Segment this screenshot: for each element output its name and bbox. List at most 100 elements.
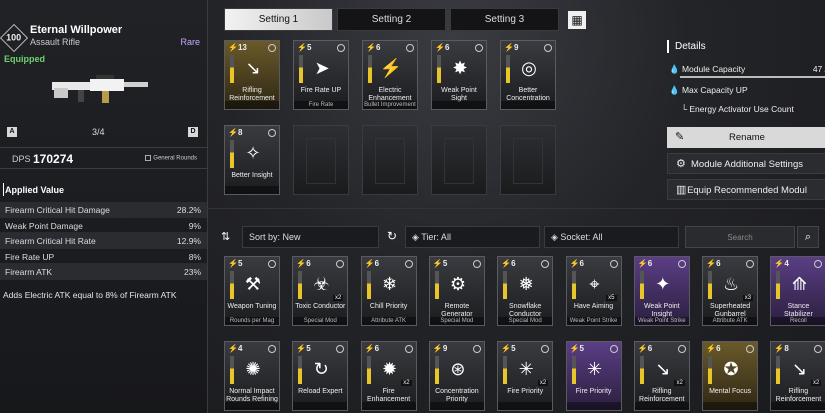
capacity-cost: ⚡4 bbox=[228, 344, 243, 353]
rename-button[interactable]: ✎ Rename bbox=[667, 127, 825, 148]
module-card[interactable]: ⚡5 ⚙ Remote Generator Special Mod bbox=[428, 256, 485, 326]
empty-module-slot[interactable] bbox=[362, 125, 418, 195]
assault-rifle-image bbox=[52, 75, 148, 103]
module-count: x3 bbox=[742, 295, 754, 301]
module-card[interactable]: ⚡5 ✳ Fire Priority bbox=[565, 341, 622, 411]
tab-setting-3[interactable]: Setting 3 bbox=[450, 8, 559, 31]
equip-recommended-button[interactable]: ▥ Equip Recommended Modul bbox=[667, 179, 825, 200]
module-icon: ❄ bbox=[382, 274, 398, 294]
module-icon: ⚡ bbox=[379, 58, 403, 78]
module-tag: Attribute ATK bbox=[361, 317, 416, 325]
module-card[interactable]: ⚡8 ↘ x2 Rifling Reinforcement bbox=[770, 341, 825, 411]
prev-slot-key[interactable]: A bbox=[7, 127, 17, 137]
sort-order-icon[interactable]: ⇅ bbox=[221, 230, 230, 243]
capacity-cost: ⚡6 bbox=[637, 259, 653, 268]
module-icon: ↘ bbox=[655, 359, 671, 379]
socket-icon bbox=[404, 345, 413, 353]
module-card[interactable]: ⚡5 ⚒ Weapon Tuning Rounds per Mag bbox=[224, 256, 280, 326]
enhancement-level-bar bbox=[368, 55, 372, 83]
capacity-cost: ⚡5 bbox=[296, 344, 311, 353]
socket-icon bbox=[472, 345, 481, 353]
tier-filter-dropdown[interactable]: ◈ Tier: All bbox=[405, 226, 540, 248]
module-card[interactable]: ⚡9 ◎ Better Concentration bbox=[500, 40, 556, 110]
module-card[interactable]: ⚡6 ↘ x2 Rifling Reinforcement bbox=[633, 341, 690, 411]
module-card[interactable]: ⚡6 ✪ Mental Focus bbox=[702, 341, 759, 411]
module-tag: Bullet Improvement bbox=[363, 101, 417, 109]
tab-setting-1[interactable]: Setting 1 bbox=[224, 8, 333, 31]
module-card[interactable]: ⚡6 ❅ Snowflake Conductor Special Mod bbox=[497, 256, 554, 326]
module-card[interactable]: ⚡6 ✦ Weak Point Insight Weak Point Strike bbox=[633, 256, 690, 326]
module-card[interactable]: ⚡6 ♨ x3 Superheated Gunbarrel Attribute ATK bbox=[702, 256, 759, 326]
module-name: Chill Priority bbox=[369, 303, 408, 310]
next-slot-key[interactable]: D bbox=[188, 127, 198, 137]
socket-filter-dropdown[interactable]: ◈ Socket: All bbox=[544, 226, 679, 248]
module-card[interactable]: ⚡6 ❄ Chill Priority Attribute ATK bbox=[360, 256, 417, 326]
module-tag: Special Mod bbox=[293, 317, 348, 325]
weapon-panel: 100 Eternal Willpower Assault Rifle Rare… bbox=[0, 0, 207, 413]
module-icon: ✸ bbox=[452, 58, 468, 78]
capacity-cost: ⚡9 bbox=[504, 43, 519, 52]
dps-label: DPS bbox=[12, 154, 31, 164]
module-count: x5 bbox=[606, 295, 617, 301]
module-count: x2 bbox=[401, 380, 412, 386]
module-card[interactable]: ⚡6 ☣ x2 Toxic Conductor Special Mod bbox=[292, 256, 349, 326]
capacity-cost: ⚡6 bbox=[501, 259, 516, 268]
module-icon: ↻ bbox=[313, 359, 329, 379]
slot-outline bbox=[513, 138, 543, 184]
module-name: Have Aiming bbox=[573, 303, 614, 310]
module-card[interactable]: ⚡4 ✺ Normal Impact Rounds Refining bbox=[224, 341, 280, 411]
socket-icon bbox=[814, 345, 823, 353]
weapon-rarity: Rare bbox=[180, 37, 200, 47]
stat-row: Firearm ATK 23% bbox=[0, 264, 207, 280]
module-card[interactable]: ⚡6 ⚡ Electric Enhancement Bullet Improvemen… bbox=[362, 40, 418, 110]
module-card[interactable]: ⚡4 ⟰ Stance Stabilizer Recoil bbox=[770, 256, 825, 326]
capacity-cost: ⚡6 bbox=[435, 43, 450, 52]
module-tag bbox=[293, 402, 348, 410]
sort-dropdown[interactable]: Sort by: New bbox=[242, 226, 379, 248]
module-card[interactable]: ⚡6 ⌖ x5 Have Aiming Weak Point Strike bbox=[565, 256, 622, 326]
capacity-cost: ⚡6 bbox=[366, 43, 381, 52]
socket-icon bbox=[336, 260, 345, 268]
capacity-cost: ⚡5 bbox=[501, 344, 516, 353]
module-card[interactable]: ⚡6 ✹ x2 Fire Enhancement bbox=[360, 341, 417, 411]
capacity-cost: ⚡5 bbox=[228, 259, 243, 268]
capacity-cost: ⚡8 bbox=[774, 344, 789, 353]
section-divider bbox=[207, 208, 825, 209]
capacity-cost: ⚡8 bbox=[228, 128, 243, 137]
module-card[interactable]: ⚡5 ↻ Reload Expert bbox=[292, 341, 349, 411]
tab-setting-2[interactable]: Setting 2 bbox=[337, 8, 446, 31]
module-tag: Weak Point Strike bbox=[566, 317, 621, 325]
module-card[interactable]: ⚡5 ✳ x2 Fire Priority bbox=[497, 341, 554, 411]
socket-icon bbox=[609, 345, 618, 353]
module-card[interactable]: ⚡8 ✧ Better Insight bbox=[224, 125, 280, 195]
enhancement-level-bar bbox=[366, 271, 371, 299]
module-name: Fire Priority bbox=[575, 388, 612, 395]
empty-module-slot[interactable] bbox=[500, 125, 556, 195]
enhancement-level-bar bbox=[776, 356, 781, 384]
grid-view-icon[interactable]: ▦ bbox=[568, 11, 586, 29]
enhancement-level-bar bbox=[708, 356, 713, 384]
module-card[interactable]: ⚡13 ↘ Rifling Reinforcement bbox=[224, 40, 280, 110]
weapon-level-badge: 100 bbox=[0, 23, 29, 53]
module-card[interactable]: ⚡5 ➤ Fire Rate UP Fire Rate bbox=[293, 40, 349, 110]
module-icon: ⟰ bbox=[791, 274, 807, 294]
enhancement-level-bar bbox=[230, 271, 234, 299]
search-icon[interactable]: ⌕ bbox=[797, 226, 819, 248]
panel-divider bbox=[207, 0, 208, 413]
module-additional-settings-button[interactable]: ⚙ Module Additional Settings bbox=[667, 153, 825, 174]
gear-icon: ⚙ bbox=[676, 158, 686, 170]
ammo-icon bbox=[145, 155, 152, 161]
module-card[interactable]: ⚡9 ⊛ Concentration Priority bbox=[428, 341, 485, 411]
stat-row: Fire Rate UP 8% bbox=[0, 249, 207, 264]
module-tag: Fire Rate bbox=[294, 101, 348, 109]
energy-activator-row: └ Energy Activator Use Count bbox=[681, 104, 794, 114]
capacity-cost: ⚡6 bbox=[364, 344, 380, 353]
module-card[interactable]: ⚡6 ✸ Weak Point Sight bbox=[431, 40, 487, 110]
refresh-icon[interactable]: ↻ bbox=[387, 229, 397, 243]
dps-value: 170274 bbox=[33, 152, 74, 166]
module-icon: ❅ bbox=[518, 274, 534, 294]
search-input[interactable]: Search bbox=[685, 226, 795, 248]
module-icon: ⊛ bbox=[450, 359, 466, 379]
empty-module-slot[interactable] bbox=[431, 125, 487, 195]
empty-module-slot[interactable] bbox=[293, 125, 349, 195]
